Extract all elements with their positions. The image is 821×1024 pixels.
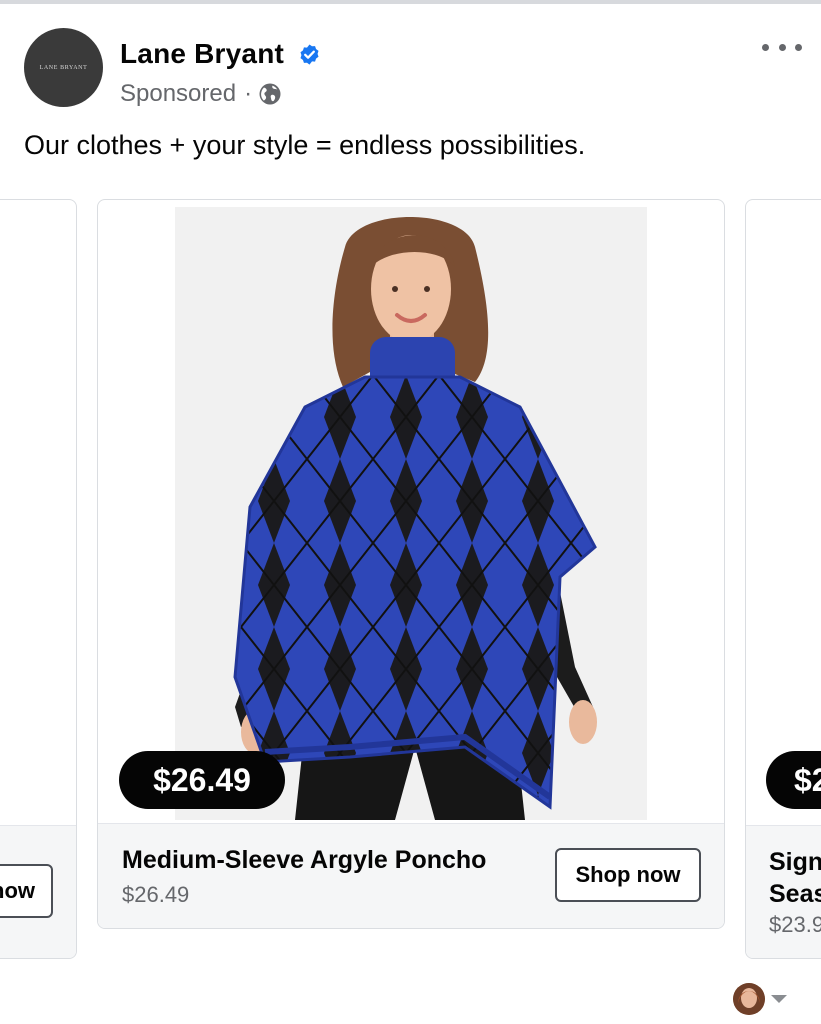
post-meta: Sponsored · — [120, 79, 282, 109]
shop-now-button[interactable]: Shop now — [555, 848, 701, 902]
sponsored-label[interactable]: Sponsored — [120, 80, 236, 108]
product-price: $26.49 — [122, 882, 190, 907]
reaction-profile-selector[interactable] — [733, 983, 787, 1015]
carousel-card-previous[interactable]: now — [0, 199, 77, 959]
carousel-card-main[interactable]: $26.49 Medium-Sleeve Argyle Poncho $26.4… — [97, 199, 725, 929]
avatar — [733, 983, 765, 1015]
more-dot — [795, 43, 802, 51]
avatar-logo-text: LANE BRYANT — [39, 64, 88, 71]
price-badge-next: $2 — [766, 751, 821, 809]
carousel-card-next[interactable]: $2 Sign Seas $23.9 — [745, 199, 821, 959]
product-title-line-1: Sign — [769, 848, 821, 876]
shop-now-label: now — [0, 878, 35, 903]
more-dot — [778, 43, 786, 51]
caret-down-icon — [771, 995, 787, 1003]
card-footer: Medium-Sleeve Argyle Poncho $26.49 Shop … — [98, 823, 724, 928]
product-photo — [175, 207, 647, 820]
product-title-next[interactable]: Sign Seas — [769, 846, 821, 910]
page-avatar[interactable]: LANE BRYANT — [24, 28, 103, 107]
shop-now-label: Shop now — [575, 862, 681, 887]
meta-separator: · — [244, 80, 253, 107]
page-name[interactable]: Lane Bryant — [120, 38, 284, 70]
shop-now-button-previous[interactable]: now — [0, 864, 53, 918]
post-caption: Our clothes + your style = endless possi… — [24, 130, 586, 160]
product-image[interactable] — [175, 207, 647, 820]
card-footer: Sign Seas $23.9 — [746, 825, 821, 958]
product-title[interactable]: Medium-Sleeve Argyle Poncho — [122, 846, 486, 875]
more-options-icon[interactable] — [762, 36, 802, 58]
globe-icon — [259, 83, 281, 105]
card-footer: now — [0, 825, 76, 958]
price-badge: $26.49 — [119, 751, 285, 809]
product-title-line-2: Seas — [769, 880, 821, 908]
more-dot — [762, 43, 769, 51]
profile-photo — [733, 983, 765, 1015]
top-divider — [0, 0, 821, 4]
product-price-next: $23.9 — [769, 912, 821, 937]
verified-badge-icon — [300, 44, 319, 65]
